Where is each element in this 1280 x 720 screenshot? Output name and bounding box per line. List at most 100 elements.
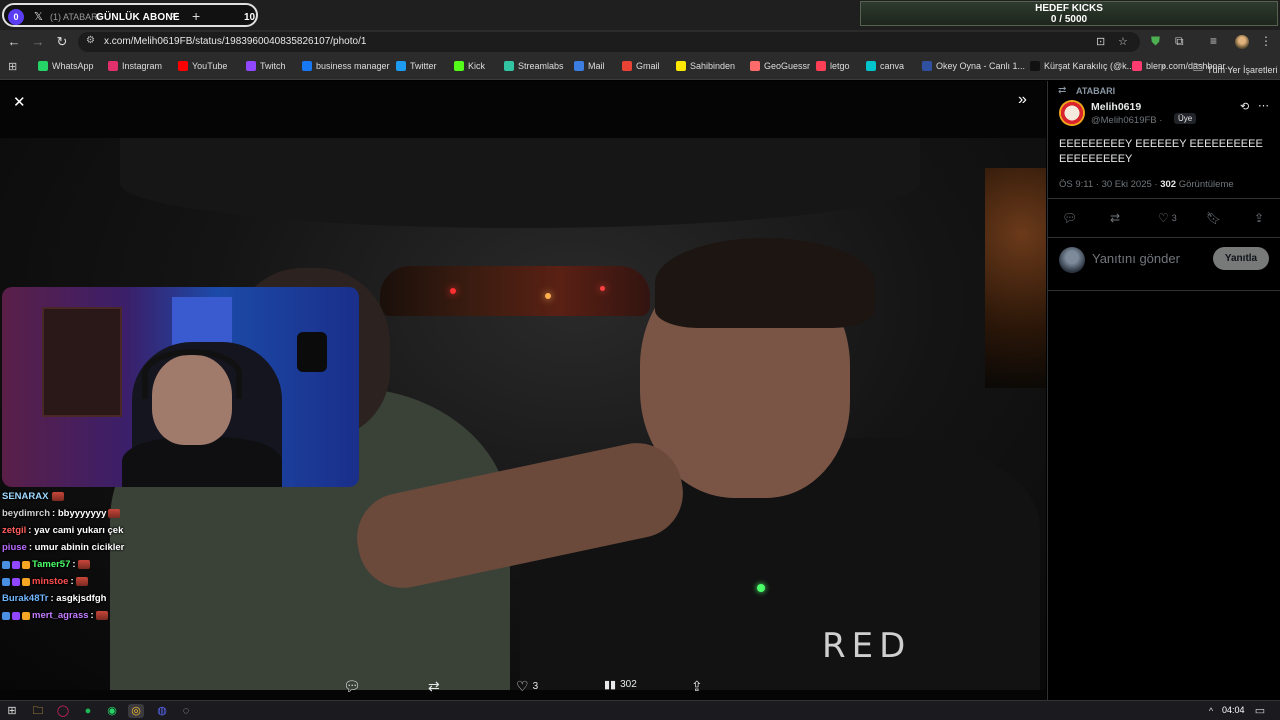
bookmark-label: Gmail: [636, 61, 660, 71]
chat-message: Burak48Tr: asgkjsdfgh: [2, 590, 362, 607]
bookmark-item[interactable]: WhatsApp: [38, 61, 94, 71]
bookmark-item[interactable]: Instagram: [108, 61, 162, 71]
bookmark-icon[interactable]: 🔖︎: [1206, 211, 1221, 225]
bookmark-item[interactable]: canva: [866, 61, 904, 71]
reload-icon[interactable]: ↻: [54, 34, 70, 50]
more-options-icon[interactable]: ⋯: [1258, 99, 1269, 112]
all-bookmarks-label: Tüm Yer İşaretleri: [1207, 64, 1278, 75]
expand-panel-icon[interactable]: »: [1018, 91, 1027, 109]
repost-action-icon[interactable]: ⇄: [1110, 211, 1120, 225]
bookmark-item[interactable]: Streamlabs: [504, 61, 564, 71]
bookmark-item[interactable]: letgo: [816, 61, 850, 71]
start-icon[interactable]: ⊞: [4, 704, 20, 718]
chat-username[interactable]: beydimrch: [2, 505, 50, 522]
author-avatar[interactable]: [1059, 100, 1085, 126]
tweet-text: EEEEEEEEEY EEEEEEY EEEEEEEEEEEEEEEEEEEY: [1059, 138, 1263, 165]
bookmark-label: Instagram: [122, 61, 163, 71]
reply-input[interactable]: Yanıtını gönder: [1092, 251, 1180, 266]
browser-tab[interactable]: 0 𝕏 (1) ATABARI ✕ + GÜNLÜK ABONE 10: [2, 3, 258, 27]
bookmark-item[interactable]: Twitter: [396, 61, 437, 71]
obs-icon[interactable]: ◌: [178, 704, 194, 718]
chat-username[interactable]: piuse: [2, 539, 27, 556]
shield-extension-icon[interactable]: ⛊: [1151, 34, 1160, 49]
tray-overflow-icon[interactable]: ^: [1203, 704, 1219, 718]
grok-icon[interactable]: ⟲: [1240, 100, 1249, 113]
all-bookmarks-folder[interactable]: 🗀 Tüm Yer İşaretleri: [1193, 61, 1278, 78]
back-icon[interactable]: ←: [6, 34, 22, 49]
heart-icon: ♡: [1158, 211, 1169, 225]
chat-emote: [75, 577, 88, 586]
bookmark-item[interactable]: Kürşat Karakılıç (@k...: [1030, 61, 1134, 71]
share-icon[interactable]: ⇪: [1254, 211, 1264, 225]
address-bar[interactable]: ⚙ x.com/Melih0619FB/status/1983960040835…: [78, 32, 1140, 52]
bookmark-favicon-icon: [574, 61, 584, 71]
author-name[interactable]: Melih0619: [1091, 101, 1141, 113]
bookmarks-overflow-icon[interactable]: »: [1161, 61, 1166, 71]
bookmark-label: Mail: [588, 61, 605, 71]
tab-title: (1) ATABARI: [50, 12, 100, 22]
bookmark-star-icon[interactable]: ☆: [1118, 35, 1128, 48]
viewer-reply-icon[interactable]: 💬︎: [343, 678, 361, 695]
extensions-icon[interactable]: ⧉: [1175, 34, 1184, 49]
browser-toolbar: ← → ↻ ⚙ x.com/Melih0619FB/status/1983960…: [0, 30, 1280, 54]
viewer-repost-icon[interactable]: ⇄: [428, 678, 440, 695]
chat-username[interactable]: mert_agrass: [32, 607, 89, 624]
viewer-views-button[interactable]: ▮▮ 302: [604, 678, 637, 691]
viewer-share-icon[interactable]: ⇪: [691, 678, 703, 695]
bookmark-favicon-icon: [246, 61, 256, 71]
chrome-icon[interactable]: ◎: [128, 704, 144, 718]
notifications-icon[interactable]: ▭: [1252, 704, 1268, 718]
chat-emote: [52, 492, 65, 501]
chat-username[interactable]: Burak48Tr: [2, 590, 48, 607]
apps-grid-icon[interactable]: ⊞: [8, 60, 17, 73]
viewer-like-button[interactable]: ♡ 3: [516, 678, 538, 695]
opera-icon[interactable]: ◯: [55, 704, 71, 718]
tweet-timestamp[interactable]: ÖS 9:11 · 30 Eki 2025 ·: [1059, 179, 1158, 190]
member-badge: Üye: [1174, 113, 1197, 124]
viewer-view-count: 302: [620, 679, 637, 690]
profile-avatar[interactable]: [1235, 35, 1249, 49]
reposted-by-label[interactable]: ATABARI: [1076, 86, 1115, 96]
author-handle[interactable]: @Melih0619FB ·: [1091, 115, 1162, 126]
chat-username[interactable]: Tamer57: [32, 556, 70, 573]
whatsapp-icon[interactable]: ◉: [104, 704, 120, 718]
bookmark-item[interactable]: Gmail: [622, 61, 660, 71]
daily-subscriber-overlay-label: GÜNLÜK ABONE: [96, 12, 180, 23]
like-button[interactable]: ♡ 3: [1158, 211, 1177, 225]
chat-username[interactable]: zetgil: [2, 522, 26, 539]
chat-username[interactable]: SENARAX: [2, 488, 48, 505]
bookmark-item[interactable]: business manager: [302, 61, 390, 71]
url-text[interactable]: x.com/Melih0619FB/status/198396004083582…: [104, 36, 366, 47]
file-explorer-icon[interactable]: 🗀: [30, 704, 46, 718]
install-app-icon[interactable]: ⊡: [1096, 35, 1105, 48]
viewer-like-count: 3: [532, 681, 539, 692]
taskbar-clock[interactable]: 04:04: [1222, 705, 1245, 715]
chat-username[interactable]: minstoe: [32, 573, 68, 590]
bookmark-item[interactable]: GeoGuessr: [750, 61, 810, 71]
bookmark-item[interactable]: Kick: [454, 61, 485, 71]
reply-button[interactable]: Yanıtla: [1213, 247, 1269, 270]
spotify-icon[interactable]: ●: [80, 704, 96, 718]
close-icon[interactable]: ✕: [13, 93, 26, 111]
chat-message: mert_agrass:: [2, 607, 362, 624]
bookmark-item[interactable]: Okey Oyna - Canlı 1...: [922, 61, 1025, 71]
site-info-icon[interactable]: ⚙: [86, 35, 95, 46]
media-control-icon[interactable]: ≡: [1210, 34, 1217, 48]
chat-badge-icon: [2, 611, 10, 620]
bookmark-item[interactable]: Sahibinden: [676, 61, 735, 71]
new-tab-icon[interactable]: +: [192, 8, 200, 24]
chat-message: minstoe:: [2, 573, 362, 590]
bookmark-label: Streamlabs: [518, 61, 564, 71]
bookmark-item[interactable]: Mail: [574, 61, 605, 71]
chat-badge-icon: [22, 560, 30, 569]
bookmark-item[interactable]: Twitch: [246, 61, 286, 71]
forward-icon[interactable]: →: [30, 34, 46, 49]
reply-icon[interactable]: 💬︎: [1062, 211, 1077, 225]
chat-text: :: [72, 559, 76, 570]
menu-kebab-icon[interactable]: ⋮: [1260, 34, 1272, 48]
chat-text: :: [70, 576, 74, 587]
bookmark-item[interactable]: YouTube: [178, 61, 227, 71]
discord-icon[interactable]: ◍: [154, 704, 170, 718]
bookmark-favicon-icon: [178, 61, 188, 71]
chat-text: :: [90, 610, 94, 621]
